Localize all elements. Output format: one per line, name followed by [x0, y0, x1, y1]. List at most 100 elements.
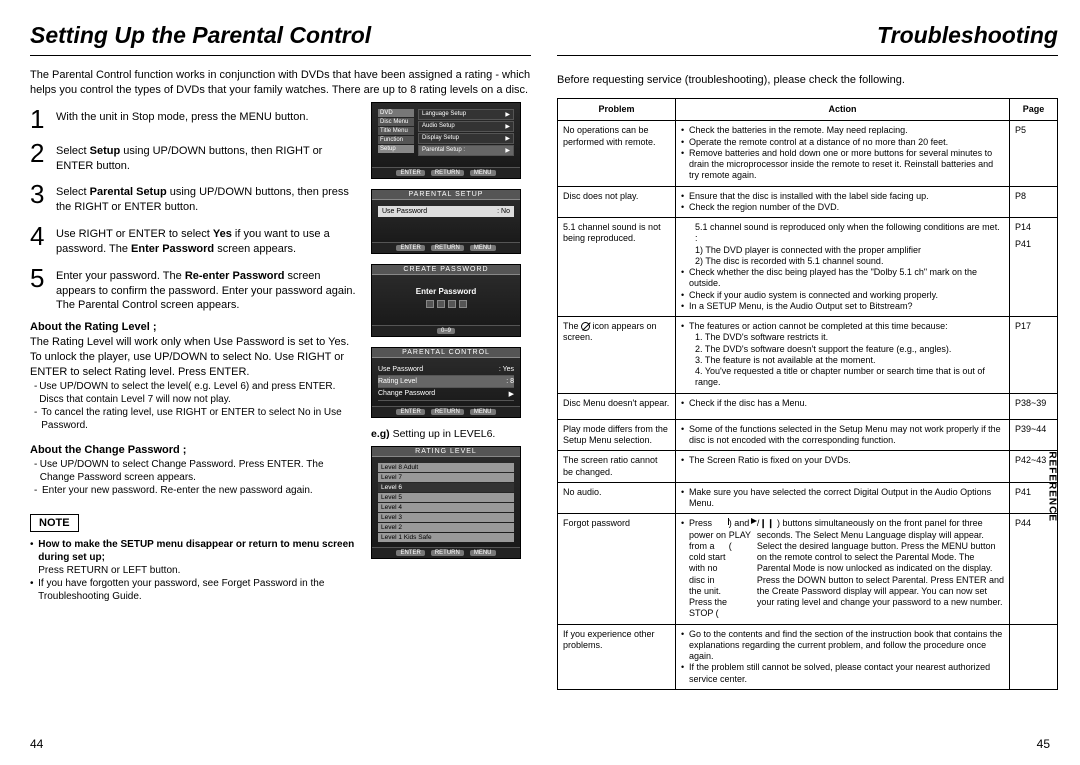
- cell-action: •Check if the disc has a Menu.: [676, 393, 1010, 419]
- fig-menu-item-r: Audio Setup▶: [418, 121, 514, 132]
- side-tab-reference: REFERENCE: [1047, 451, 1058, 522]
- rating-body: The Rating Level will work only when Use…: [30, 335, 357, 380]
- bullet-item: -Use UP/DOWN to select the level( e.g. L…: [34, 380, 357, 406]
- cell-page: P38~39: [1010, 393, 1058, 419]
- page-number-left: 44: [30, 737, 43, 751]
- fig-line: Use Password: No: [378, 206, 514, 217]
- table-row: Disc Menu doesn't appear.•Check if the d…: [558, 393, 1058, 419]
- fig-menu-item: Title Menu: [378, 127, 414, 135]
- step-number: 1: [30, 106, 50, 132]
- cell-action: •Go to the contents and find the section…: [676, 624, 1010, 689]
- cell-action: •The Screen Ratio is fixed on your DVDs.: [676, 451, 1010, 483]
- change-pw-bullets: -Use UP/DOWN to select Change Password. …: [30, 458, 357, 497]
- step-number: 5: [30, 265, 50, 314]
- fig-menu-item: Setup: [378, 145, 414, 153]
- step-body: Select Parental Setup using UP/DOWN butt…: [56, 181, 357, 215]
- table-row: The icon appears on screen.•The features…: [558, 317, 1058, 394]
- cell-page: P8: [1010, 186, 1058, 218]
- col-action: Action: [676, 99, 1010, 121]
- rule: [30, 55, 531, 56]
- fig-header: PARENTAL CONTROL: [372, 348, 520, 358]
- fig-enter-password-label: Enter Password: [378, 287, 514, 296]
- table-row: No operations can be performed with remo…: [558, 121, 1058, 186]
- fig-header: PARENTAL SETUP: [372, 190, 520, 200]
- note-item: •How to make the SETUP menu disappear or…: [30, 538, 357, 577]
- step-number: 4: [30, 223, 50, 257]
- table-header-row: Problem Action Page: [558, 99, 1058, 121]
- step-body: Select Setup using UP/DOWN buttons, then…: [56, 140, 357, 174]
- fig-header: RATING LEVEL: [372, 447, 520, 457]
- fig-rating-level: RATING LEVEL Level 8 AdultLevel 7Level 6…: [371, 446, 521, 559]
- fig-level-item: Level 1 Kids Safe: [378, 533, 514, 542]
- cell-page: P39~44: [1010, 419, 1058, 451]
- fig-dvd-badge: DVD: [378, 109, 414, 117]
- change-pw-subhead: About the Change Password ;: [30, 444, 357, 456]
- fig-header: CREATE PASSWORD: [372, 265, 520, 275]
- col-problem: Problem: [558, 99, 676, 121]
- fig-button-bar: ENTERRETURNMENU: [372, 547, 520, 558]
- cell-action: •Ensure that the disc is installed with …: [676, 186, 1010, 218]
- fig-level-item: Level 6: [378, 483, 514, 492]
- fig-button-bar: ENTERRETURNMENU: [372, 242, 520, 253]
- table-row: Forgot password•Press power on from a co…: [558, 514, 1058, 624]
- fig-button-bar: ENTERRETURNMENU: [372, 406, 520, 417]
- fig-menu-item-r: Language Setup▶: [418, 109, 514, 120]
- cell-page: [1010, 624, 1058, 689]
- fig-menu-item: Function: [378, 136, 414, 144]
- fig-level-item: Level 3: [378, 513, 514, 522]
- fig-level-item: Level 5: [378, 493, 514, 502]
- page-number-right: 45: [1037, 737, 1050, 751]
- rule: [557, 55, 1058, 56]
- fig-menu-item: Disc Menu: [378, 118, 414, 126]
- step-number: 2: [30, 140, 50, 174]
- cell-action: •Some of the functions selected in the S…: [676, 419, 1010, 451]
- cell-action: •The features or action cannot be comple…: [676, 317, 1010, 394]
- bullet-item: -Use UP/DOWN to select Change Password. …: [34, 458, 357, 484]
- stop-icon: [728, 518, 729, 525]
- cell-problem: If you experience other problems.: [558, 624, 676, 689]
- col-page: Page: [1010, 99, 1058, 121]
- cell-page: P5: [1010, 121, 1058, 186]
- fig-menu-item-r: Display Setup▶: [418, 133, 514, 144]
- steps-list: 1With the unit in Stop mode, press the M…: [30, 106, 357, 314]
- left-text-column: 1With the unit in Stop mode, press the M…: [30, 102, 357, 603]
- table-row: If you experience other problems.•Go to …: [558, 624, 1058, 689]
- fig-line: Use Password: Yes: [378, 364, 514, 376]
- step-body: With the unit in Stop mode, press the ME…: [56, 106, 357, 132]
- fig-level-item: Level 7: [378, 473, 514, 482]
- fig-line: Rating Level: 8: [378, 376, 514, 388]
- cell-action: •Press power on from a cold start with n…: [676, 514, 1010, 624]
- note-item: •If you have forgotten your password, se…: [30, 577, 357, 603]
- intro-right: Before requesting service (troubleshooti…: [557, 74, 1058, 86]
- page-title-left: Setting Up the Parental Control: [30, 22, 531, 49]
- step-body: Use RIGHT or ENTER to select Yes if you …: [56, 223, 357, 257]
- fig-level-item: Level 8 Adult: [378, 463, 514, 472]
- fig-caption: e.g) e.g) Setting up in LEVEL6.Setting u…: [371, 428, 531, 440]
- cell-problem: The icon appears on screen.: [558, 317, 676, 394]
- table-row: Disc does not play.•Ensure that the disc…: [558, 186, 1058, 218]
- step: 5Enter your password. The Re-enter Passw…: [30, 265, 357, 314]
- step: 1With the unit in Stop mode, press the M…: [30, 106, 357, 132]
- fig-parental-control: PARENTAL CONTROL Use Password: Yes Ratin…: [371, 347, 521, 418]
- figure-column: DVD Disc Menu Title Menu Function Setup …: [371, 102, 531, 603]
- note-label: NOTE: [30, 514, 79, 532]
- cell-page: P14P41: [1010, 218, 1058, 317]
- cell-problem: Forgot password: [558, 514, 676, 624]
- cell-page: P44: [1010, 514, 1058, 624]
- cell-problem: The screen ratio cannot be changed.: [558, 451, 676, 483]
- rating-subhead: About the Rating Level ;: [30, 321, 357, 333]
- step-body: Enter your password. The Re-enter Passwo…: [56, 265, 357, 314]
- cell-problem: Play mode differs from the Setup Menu se…: [558, 419, 676, 451]
- step: 4Use RIGHT or ENTER to select Yes if you…: [30, 223, 357, 257]
- fig-menu-item-r: Parental Setup :▶: [418, 145, 514, 156]
- cell-problem: Disc Menu doesn't appear.: [558, 393, 676, 419]
- cell-problem: 5.1 channel sound is not being reproduce…: [558, 218, 676, 317]
- table-row: The screen ratio cannot be changed.•The …: [558, 451, 1058, 483]
- fig-level-item: Level 4: [378, 503, 514, 512]
- prohibit-icon: [581, 322, 590, 331]
- cell-action: •Check the batteries in the remote. May …: [676, 121, 1010, 186]
- cell-problem: No operations can be performed with remo…: [558, 121, 676, 186]
- cell-action: •Make sure you have selected the correct…: [676, 482, 1010, 514]
- fig-button-bar: ENTERRETURNMENU: [372, 167, 520, 178]
- fig-setup-menu: DVD Disc Menu Title Menu Function Setup …: [371, 102, 521, 179]
